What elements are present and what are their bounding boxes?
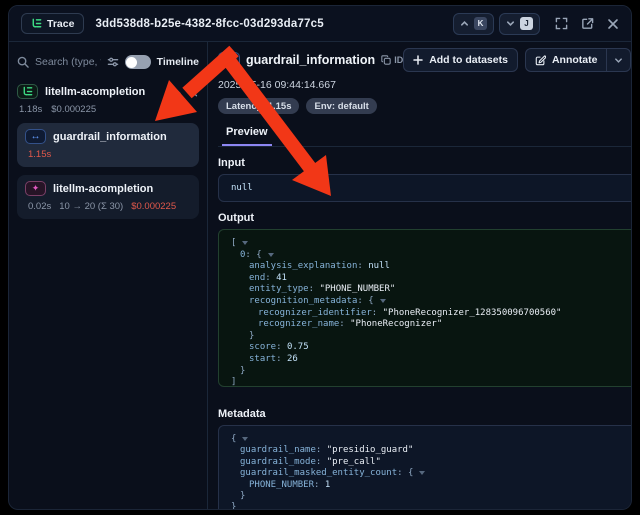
expand-icon[interactable] (555, 17, 568, 30)
open-external-icon[interactable] (581, 17, 594, 30)
output-title: Output (218, 212, 254, 224)
timeline-toggle[interactable] (125, 55, 151, 69)
latency-badge: Latency: 1.15s (218, 98, 299, 114)
trace-id: 3dd538d8-b25e-4382-8fcc-03d293da77c5 (95, 18, 323, 30)
collapse-chevron-up-icon[interactable] (172, 87, 182, 97)
kbd-k: K (474, 17, 487, 30)
metadata-section-header: Metadata (218, 408, 632, 420)
close-icon[interactable] (607, 18, 619, 30)
trace-badge: Trace (21, 13, 84, 34)
item-cost: $0.000225 (131, 201, 176, 212)
annotate-button[interactable]: Annotate (526, 49, 607, 71)
trace-tree-sidebar: Timeline litellm-acompletion (9, 42, 208, 510)
filter-sliders-icon[interactable] (107, 56, 119, 68)
edit-pencil-icon (535, 55, 546, 66)
plus-icon (413, 55, 423, 65)
annotate-dropdown-button[interactable] (607, 49, 630, 71)
output-json: [0: {analysis_explanation: nullend: 41en… (218, 229, 632, 387)
tree-root-label: litellm-acompletion (45, 86, 145, 98)
observation-header: ↔ guardrail_information ID Add to datase… (218, 48, 632, 72)
item-tokens: 10 → 20 (Σ 30) (59, 201, 123, 212)
metadata-title: Metadata (218, 408, 266, 420)
page-title: guardrail_information (246, 53, 375, 67)
input-json: null (218, 174, 632, 202)
next-observation-button[interactable]: J (499, 13, 540, 35)
header-actions: Add to datasets Annotate (403, 48, 632, 72)
topbar: Trace 3dd538d8-b25e-4382-8fcc-03d293da77… (9, 6, 631, 42)
observation-badges: Latency: 1.15s Env: default (218, 98, 632, 114)
tab-preview[interactable]: Preview (222, 123, 272, 146)
observation-detail-panel: ↔ guardrail_information ID Add to datase… (208, 42, 632, 510)
item-latency: 0.02s (28, 201, 51, 212)
kbd-j: J (520, 17, 533, 30)
content-split: Timeline litellm-acompletion (9, 42, 631, 510)
env-badge: Env: default (306, 98, 376, 114)
add-to-datasets-button[interactable]: Add to datasets (403, 48, 518, 72)
id-label: ID (394, 55, 403, 65)
tree-controls (172, 87, 199, 97)
trace-type-icon (17, 84, 38, 99)
observation-timestamp: 2025-05-16 09:44:14.667 (218, 79, 632, 91)
annotate-split-button: Annotate (525, 48, 632, 72)
tree-item-label: litellm-acompletion (53, 183, 153, 195)
collapse-all-icon[interactable] (189, 87, 199, 97)
input-title: Input (218, 157, 245, 169)
copy-id-button[interactable]: ID (381, 55, 403, 65)
tree-root-trace[interactable]: litellm-acompletion (17, 84, 199, 99)
trace-tree: litellm-acompletion 1.18s $0.000225 ↔ (17, 84, 199, 219)
input-section-header: Input (218, 157, 632, 169)
app-window: Trace 3dd538d8-b25e-4382-8fcc-03d293da77… (0, 0, 640, 515)
chevron-down-icon (614, 56, 623, 65)
timeline-toggle-label: Timeline (157, 56, 199, 68)
search-icon (17, 56, 29, 68)
output-section-header: Output (218, 212, 632, 224)
trace-detail-window: Trace 3dd538d8-b25e-4382-8fcc-03d293da77… (8, 5, 632, 510)
generation-type-icon: ✦ (25, 181, 46, 196)
span-type-icon: ↔ (218, 52, 240, 68)
metadata-json: {guardrail_name: "presidio_guard"guardra… (218, 425, 632, 510)
tree-item-guardrail-information[interactable]: ↔ guardrail_information 1.15s (17, 123, 199, 167)
toggle-knob (126, 57, 137, 68)
tree-root-metrics: 1.18s $0.000225 (19, 104, 199, 115)
item-latency: 1.15s (28, 149, 51, 160)
chevron-down-icon (506, 19, 515, 28)
search-row: Timeline (17, 50, 199, 74)
chevron-up-icon (460, 19, 469, 28)
topbar-actions: K J (453, 13, 619, 35)
trace-badge-label: Trace (47, 18, 74, 30)
window-controls (555, 17, 619, 30)
annotate-label: Annotate (552, 54, 598, 66)
tree-item-label: guardrail_information (53, 131, 167, 143)
copy-icon (381, 55, 391, 65)
root-cost: $0.000225 (51, 104, 96, 115)
span-type-icon: ↔ (25, 129, 46, 144)
tree-item-litellm-acompletion[interactable]: ✦ litellm-acompletion 0.02s 10 → 20 (Σ 3… (17, 175, 199, 219)
prev-observation-button[interactable]: K (453, 13, 494, 35)
root-latency: 1.18s (19, 104, 42, 115)
search-input[interactable] (35, 56, 101, 68)
add-to-datasets-label: Add to datasets (429, 54, 508, 66)
detail-tabs: Preview (218, 123, 632, 147)
list-tree-icon (31, 18, 42, 29)
